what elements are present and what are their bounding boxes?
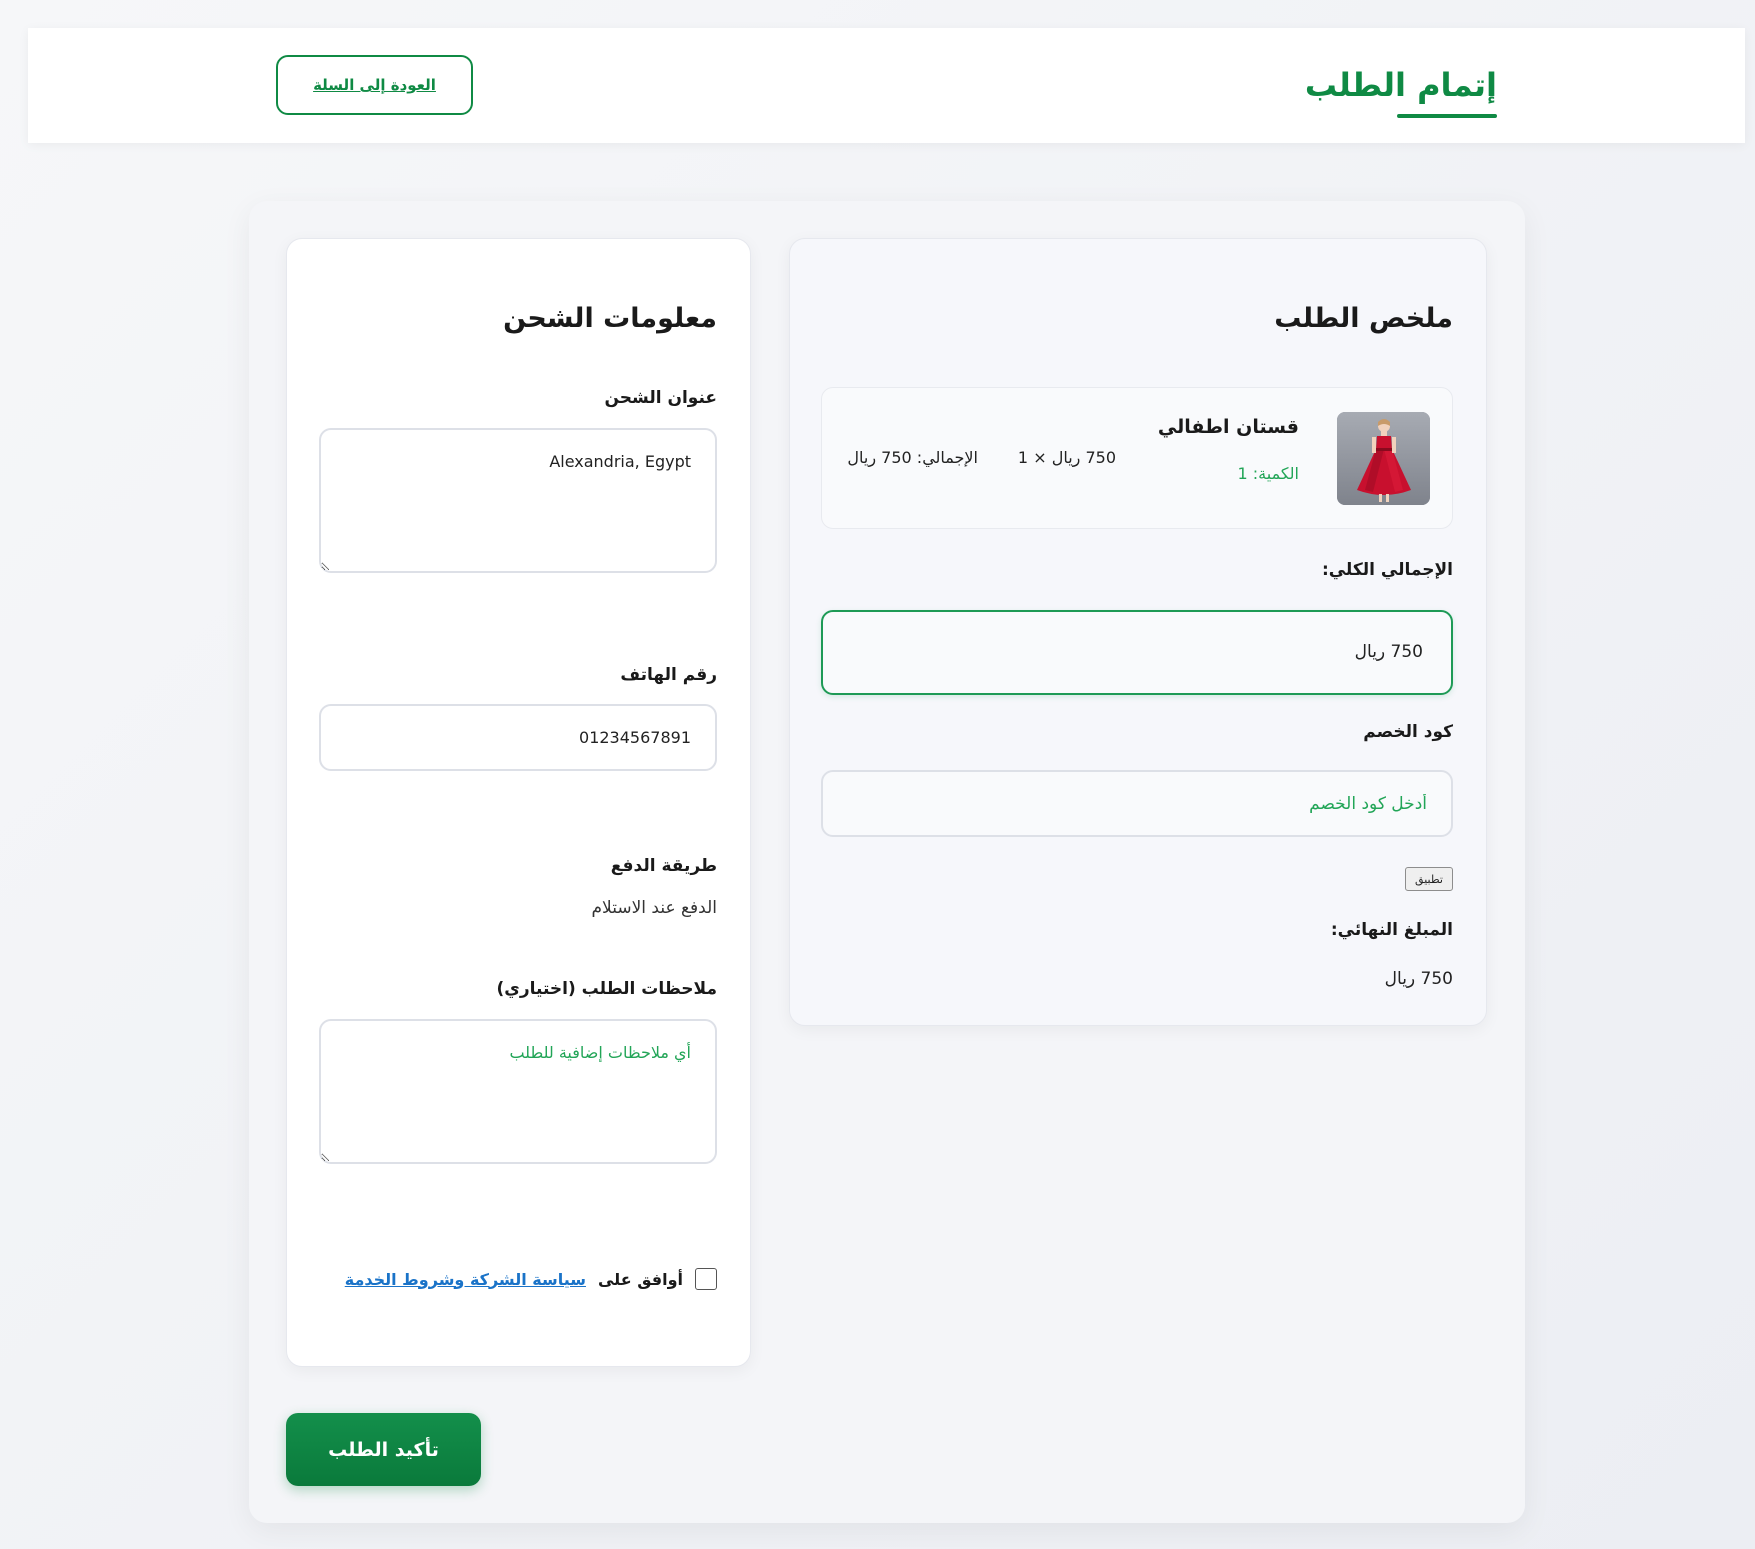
phone-field[interactable] — [319, 704, 717, 771]
grand-total-value: 750 ريال — [1354, 642, 1423, 662]
back-to-cart-button[interactable]: العودة إلى السلة — [276, 55, 473, 115]
terms-link[interactable]: سياسة الشركة وشروط الخدمة — [345, 1270, 586, 1289]
grand-total-label: الإجمالي الكلي: — [1321, 560, 1453, 580]
notes-label: ملاحظات الطلب (اختياري) — [496, 979, 717, 999]
grand-total-box: 750 ريال — [821, 610, 1453, 695]
product-quantity: الكمية: 1 — [1237, 464, 1299, 483]
dress-image-icon — [1337, 412, 1430, 505]
address-label: عنوان الشحن — [604, 388, 717, 408]
checkout-container: ملخص الطلب قستان اطفالي الكمية: 1 750 ري… — [249, 201, 1525, 1523]
address-field[interactable]: Alexandria, Egypt — [319, 428, 717, 573]
coupon-label: كود الخصم — [1363, 722, 1453, 742]
cart-item: قستان اطفالي الكمية: 1 750 ريال × 1 الإج… — [821, 387, 1453, 529]
shipping-info-title: معلومات الشحن — [503, 303, 717, 334]
coupon-input[interactable] — [821, 770, 1453, 837]
terms-checkbox[interactable] — [695, 1268, 717, 1290]
phone-label: رقم الهاتف — [620, 665, 717, 685]
terms-text: أوافق على — [597, 1269, 683, 1289]
payment-method-label: طريقة الدفع — [610, 856, 717, 876]
title-underline — [1397, 114, 1497, 118]
product-unit-price: 750 ريال × 1 — [1017, 448, 1116, 467]
final-amount-value: 750 ريال — [1384, 969, 1453, 989]
final-amount-label: المبلغ النهائي: — [1330, 920, 1453, 940]
order-summary-panel: ملخص الطلب قستان اطفالي الكمية: 1 750 ري… — [789, 238, 1487, 1026]
notes-field[interactable] — [319, 1019, 717, 1164]
page-title: إتمام الطلب — [1304, 66, 1497, 104]
order-summary-title: ملخص الطلب — [1274, 303, 1453, 334]
confirm-order-button[interactable]: تأكيد الطلب — [286, 1413, 481, 1486]
product-name: قستان اطفالي — [1157, 416, 1299, 438]
apply-coupon-button[interactable]: تطبيق — [1405, 867, 1453, 891]
payment-method-value: الدفع عند الاستلام — [591, 898, 717, 918]
terms-row: أوافق على سياسة الشركة وشروط الخدمة — [345, 1268, 717, 1290]
checkout-page: إتمام الطلب العودة إلى السلة ملخص الطلب — [0, 0, 1755, 1549]
product-line-total: الإجمالي: 750 ريال — [847, 448, 978, 467]
page-header: إتمام الطلب العودة إلى السلة — [28, 28, 1745, 143]
shipping-info-panel: معلومات الشحن عنوان الشحن Alexandria, Eg… — [286, 238, 751, 1367]
